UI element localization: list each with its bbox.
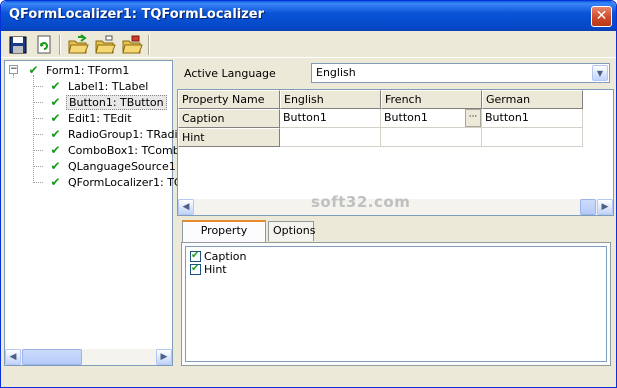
tree-line — [33, 182, 43, 183]
check-icon: ✔ — [50, 79, 61, 93]
grid-cell[interactable] — [280, 128, 381, 147]
scroll-right-icon[interactable]: ▶ — [156, 349, 172, 365]
component-tree[interactable]: − ✔ Form1: TForm1 ✔ Label1: TLabel ✔ But… — [4, 60, 195, 366]
tree-item-label: Label1: TLabel — [68, 80, 149, 93]
tree-item-edit1[interactable]: ✔ Edit1: TEdit — [33, 110, 134, 126]
active-language-value: English — [316, 66, 356, 79]
check-icon: ✔ — [50, 143, 61, 157]
grid-cell[interactable] — [381, 128, 482, 147]
grid-row-hint[interactable]: Hint — [178, 128, 280, 147]
tree-item-label: RadioGroup1: TRadioG — [68, 128, 193, 141]
tab-options[interactable]: Options — [268, 221, 315, 241]
property-names-list[interactable]: Caption Hint — [185, 246, 607, 362]
folder-open-icon — [95, 35, 116, 54]
title-bar[interactable]: QFormLocalizer1: TQFormLocalizer ✕ — [1, 1, 616, 31]
scroll-left-icon[interactable]: ◀ — [5, 349, 21, 365]
tree-item-label: Button1: TButton — [66, 95, 167, 110]
grid-header-property-name: Property Name — [178, 90, 280, 109]
localizer-window: QFormLocalizer1: TQFormLocalizer ✕ − ✔ F… — [0, 0, 617, 388]
tree-item-label: Edit1: TEdit — [68, 112, 132, 125]
tab-control: Property Names Options Caption Hint — [177, 220, 614, 367]
grid-cell[interactable] — [482, 128, 583, 147]
checkbox[interactable] — [190, 262, 201, 275]
tree-item-label: QLanguageSource1: T — [68, 160, 190, 173]
folder-import-icon — [68, 34, 89, 54]
scroll-right-icon[interactable]: ▶ — [597, 199, 613, 215]
list-item-label: Hint — [204, 263, 227, 276]
tree-horizontal-scrollbar[interactable]: ◀ ▶ — [5, 349, 172, 365]
checkbox[interactable] — [190, 249, 201, 262]
check-icon: ✔ — [50, 127, 61, 141]
grid-cell[interactable]: Button1 — [280, 109, 381, 128]
list-item-hint[interactable]: Hint — [190, 262, 227, 276]
grid-cell[interactable]: Button1 — [482, 109, 583, 128]
tree-item-label1[interactable]: ✔ Label1: TLabel — [33, 78, 150, 94]
tab-property-names[interactable]: Property Names — [182, 220, 266, 255]
tab-panel: Caption Hint — [181, 242, 611, 366]
tree-line — [33, 102, 43, 103]
folder-export-icon — [122, 35, 143, 54]
export-button[interactable] — [121, 34, 143, 56]
grid-row-caption[interactable]: Caption — [178, 109, 280, 128]
scrollbar-thumb[interactable] — [22, 349, 82, 365]
tree-line — [33, 166, 43, 167]
tree-item-qlanguagesource1[interactable]: ✔ QLanguageSource1: T — [33, 158, 192, 174]
check-icon: ✔ — [50, 111, 61, 125]
tree-line — [33, 134, 43, 135]
check-icon: ✔ — [28, 63, 39, 77]
grid-header-french[interactable]: French — [381, 90, 482, 109]
grid-cell-value: Button1 — [384, 111, 428, 124]
list-item-label: Caption — [204, 250, 247, 263]
tree-item-button1[interactable]: ✔ Button1: TButton — [33, 94, 167, 110]
chevron-down-icon[interactable]: ▼ — [592, 65, 608, 81]
toolbar-separator — [59, 35, 61, 55]
open-button[interactable] — [94, 34, 116, 56]
refresh-button[interactable] — [33, 34, 55, 56]
collapse-icon[interactable]: − — [9, 65, 18, 74]
status-bar — [1, 371, 616, 387]
import-button[interactable] — [67, 34, 89, 56]
grid-cell-editing[interactable]: Button1 ··· — [381, 109, 482, 128]
check-icon: ✔ — [50, 159, 61, 173]
check-icon: ✔ — [50, 175, 61, 189]
scrollbar-thumb[interactable] — [580, 199, 596, 215]
grid-header-english[interactable]: English — [280, 90, 381, 109]
ellipsis-button[interactable]: ··· — [465, 109, 481, 127]
tree-item-combobox1[interactable]: ✔ ComboBox1: TComboB — [33, 142, 196, 158]
tree-line — [33, 150, 43, 151]
active-language-select[interactable]: English ▼ — [311, 63, 610, 83]
save-button[interactable] — [7, 34, 29, 56]
close-button[interactable]: ✕ — [591, 6, 612, 27]
toolbar-separator — [148, 35, 150, 55]
tree-item-radiogroup1[interactable]: ✔ RadioGroup1: TRadioG — [33, 126, 195, 142]
tree-item-label: Form1: TForm1 — [46, 64, 130, 77]
window-title: QFormLocalizer1: TQFormLocalizer — [9, 7, 265, 22]
active-language-label: Active Language — [184, 67, 276, 80]
save-icon — [9, 36, 27, 54]
tree-item-qformlocalizer1[interactable]: ✔ QFormLocalizer1: TQFc — [33, 174, 197, 190]
grid-header-german[interactable]: German — [482, 90, 583, 109]
check-icon: ✔ — [50, 95, 61, 109]
scroll-left-icon[interactable]: ◀ — [178, 199, 194, 215]
toolbar — [1, 31, 616, 58]
watermark: soft32.com — [311, 193, 411, 211]
tree-item-form1[interactable]: − ✔ Form1: TForm1 — [5, 62, 131, 78]
refresh-icon — [37, 35, 51, 54]
tree-line — [33, 118, 43, 119]
tree-line — [33, 86, 43, 87]
